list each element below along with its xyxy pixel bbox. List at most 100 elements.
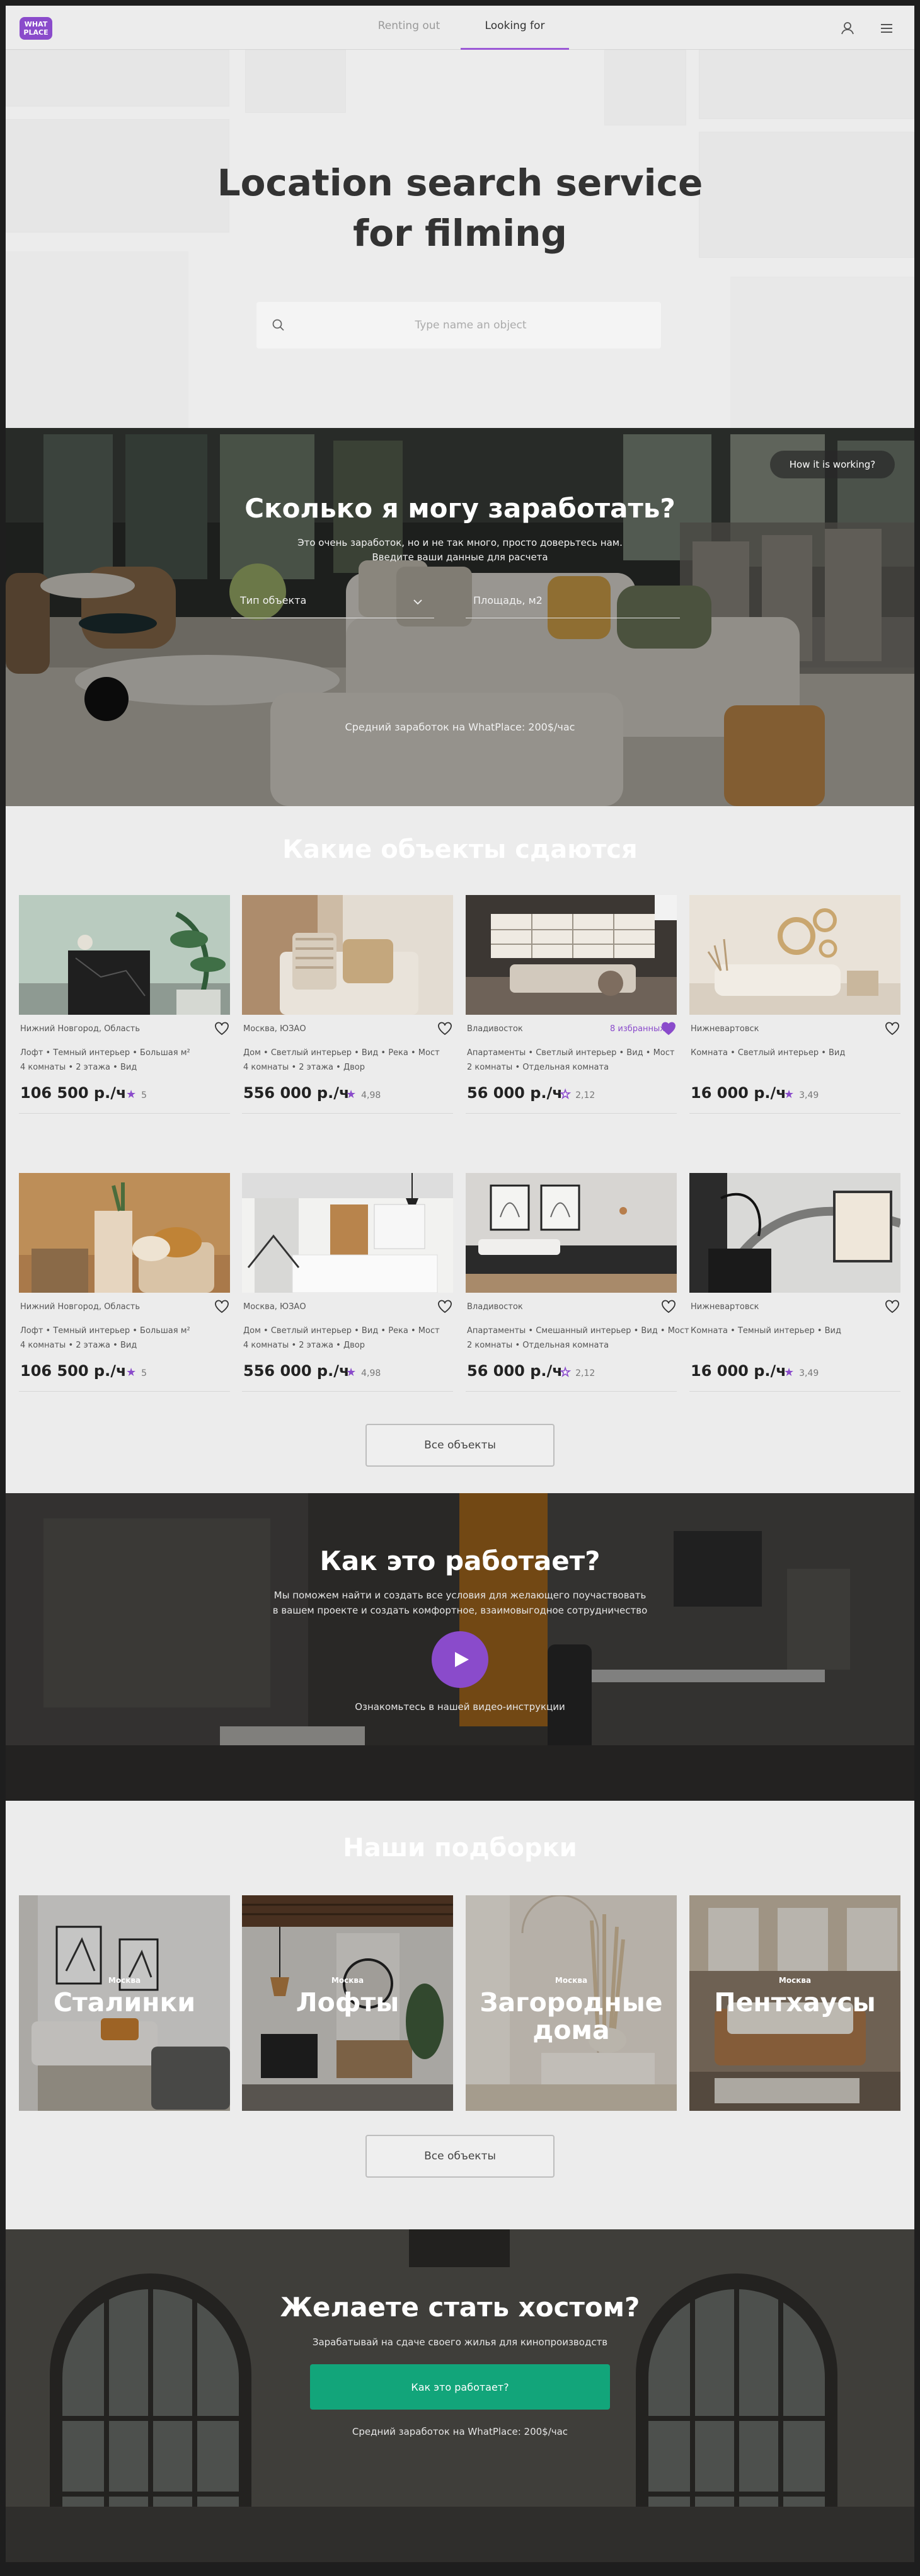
menu-icon[interactable] <box>875 17 898 40</box>
hero-title: Location search service for filming <box>6 158 914 258</box>
object-card[interactable]: Нижний Новгород, Область Лофт • Темный и… <box>19 895 230 1122</box>
star-icon: ★ <box>126 1088 137 1101</box>
collection-card[interactable]: Москва Лофты <box>242 1895 453 2111</box>
heart-icon[interactable] <box>437 1299 453 1314</box>
collection-name-line1: Пентхаусы <box>714 1987 876 2018</box>
object-photo <box>19 895 230 1015</box>
object-card[interactable]: Москва, ЮЗАО Дом • Светлый интерьер • Ви… <box>242 1173 453 1400</box>
star-icon: ★ <box>784 1088 795 1101</box>
logo-line1: WHAT <box>24 20 48 28</box>
top-navigation: WHAT PLACE Renting out Looking for <box>6 6 914 50</box>
object-location: Владивосток <box>467 1024 523 1034</box>
collection-name: Лофты <box>242 1989 453 2016</box>
object-card[interactable]: Владивосток 8 избранных Апартаменты • Св… <box>466 895 677 1122</box>
collection-card[interactable]: Москва Загородные дома <box>466 1895 677 2111</box>
heart-filled-icon[interactable] <box>660 1021 677 1036</box>
divider <box>466 1391 677 1392</box>
tab-renting-out[interactable]: Renting out <box>359 20 459 50</box>
play-button[interactable] <box>432 1631 488 1688</box>
object-tags: Апартаменты • Смешанный интерьер • Вид •… <box>467 1326 689 1336</box>
object-rating-value: 3,49 <box>799 1368 819 1378</box>
object-rooms: 2 комнаты • Отдельная комната <box>467 1063 609 1072</box>
heart-icon[interactable] <box>884 1021 900 1036</box>
collection-name-line1: Загородные <box>480 1987 663 2018</box>
user-icon[interactable] <box>836 17 859 40</box>
collection-card[interactable]: Москва Сталинки <box>19 1895 230 2111</box>
object-rating: ★ 3,49 <box>784 1366 819 1379</box>
earn-title: Сколько я могу заработать? <box>244 493 676 524</box>
all-objects-button[interactable]: Все объекты <box>365 1424 555 1467</box>
video-instruction-link[interactable]: Ознакомьтесь в нашей видео-инструкции <box>6 1701 914 1713</box>
object-card[interactable]: Нижний Новгород, Область Лофт • Темный и… <box>19 1173 230 1400</box>
object-rating-value: 3,49 <box>799 1090 819 1100</box>
object-card[interactable]: Москва, ЮЗАО Дом • Светлый интерьер • Ви… <box>242 895 453 1122</box>
heart-icon[interactable] <box>884 1299 900 1314</box>
how-it-works-pill-button[interactable]: How it is working? <box>770 451 895 478</box>
heart-icon[interactable] <box>214 1299 230 1314</box>
object-photo <box>242 895 453 1015</box>
divider <box>689 1113 900 1114</box>
object-card[interactable]: Нижневартовск Комната • Темный интерьер … <box>689 1173 900 1400</box>
favorites-count: 8 избранных <box>610 1024 665 1034</box>
object-photo <box>689 1173 900 1293</box>
how-text: Мы поможем найти и создать все условия д… <box>6 1588 914 1618</box>
collection-city: Москва <box>331 1976 364 1985</box>
search-input[interactable] <box>294 302 647 349</box>
divider <box>466 1113 677 1114</box>
how-text-line2: в вашем проекте и создать комфортное, вз… <box>272 1605 648 1616</box>
whatplace-logo[interactable]: WHAT PLACE <box>20 17 52 40</box>
object-price: 56 000 р./ч <box>467 1362 563 1380</box>
object-rating: ★ 4,98 <box>346 1366 381 1379</box>
object-tags: Лофт • Темный интерьер • Большая м² <box>20 1326 190 1336</box>
how-title: Как это работает? <box>319 1545 601 1576</box>
objects-section: Какие объекты сдаются Нижний Новгород, О… <box>6 806 914 1493</box>
page: WHAT PLACE Renting out Looking for Locat… <box>6 6 914 2562</box>
earn-subtitle-line1: Это очень заработок, но и не так много, … <box>297 537 623 548</box>
collection-card[interactable]: Москва Пентхаусы <box>689 1895 900 2111</box>
host-earnings-note: Средний заработок на WhatPlace: 200$/час <box>352 2426 568 2437</box>
object-tags: Дом • Светлый интерьер • Вид • Река • Мо… <box>243 1048 440 1058</box>
object-type-select[interactable]: Тип объекта <box>231 587 434 618</box>
object-location: Владивосток <box>467 1302 523 1312</box>
object-card[interactable]: Владивосток Апартаменты • Смешанный инте… <box>466 1173 689 1400</box>
collection-name-line2: дома <box>532 2015 610 2045</box>
object-photo <box>466 895 677 1015</box>
divider <box>19 1113 230 1114</box>
all-collections-button[interactable]: Все объекты <box>365 2135 555 2178</box>
heart-icon[interactable] <box>660 1299 677 1314</box>
object-rating-value: 5 <box>141 1090 147 1100</box>
object-rating-value: 4,98 <box>361 1090 381 1100</box>
area-input[interactable]: Площадь, м2 <box>466 587 680 618</box>
object-photo <box>689 895 900 1015</box>
object-location: Нижний Новгород, Область <box>20 1302 141 1312</box>
earn-subtitle-line2: Введите ваши данные для расчета <box>372 552 548 563</box>
object-rating: ★ 2,12 <box>560 1087 595 1102</box>
logo-line2: PLACE <box>23 28 49 37</box>
hero-title-line1: Location search service <box>217 161 703 204</box>
object-price: 56 000 р./ч <box>467 1084 563 1102</box>
divider <box>242 1113 453 1114</box>
object-price: 106 500 р./ч <box>20 1084 127 1102</box>
object-card[interactable]: Нижневартовск Комната • Светлый интерьер… <box>689 895 900 1122</box>
collection-name-line1: Лофты <box>296 1987 400 2018</box>
hero-section: Location search service for filming <box>6 50 914 428</box>
object-rating-value: 2,12 <box>575 1090 595 1100</box>
host-title: Желаете стать хостом? <box>280 2292 640 2323</box>
heart-icon[interactable] <box>437 1021 453 1036</box>
object-rooms: 4 комнаты • 2 этажа • Двор <box>243 1063 365 1072</box>
bg-tile <box>6 251 188 428</box>
divider <box>19 1391 230 1392</box>
how-it-works-cta-button[interactable]: Как это работает? <box>310 2364 610 2410</box>
heart-icon[interactable] <box>214 1021 230 1036</box>
object-tags: Лофт • Темный интерьер • Большая м² <box>20 1048 190 1058</box>
become-host-section: Желаете стать хостом? Зарабатывай на сда… <box>6 2229 914 2562</box>
object-tags: Апартаменты • Светлый интерьер • Вид • М… <box>467 1048 675 1058</box>
tab-looking-for[interactable]: Looking for <box>461 20 569 50</box>
object-location: Нижневартовск <box>691 1302 759 1312</box>
object-photo <box>242 1173 453 1293</box>
object-rating: ★ 2,12 <box>560 1365 595 1380</box>
star-icon: ★ <box>784 1366 795 1379</box>
object-tags: Комната • Светлый интерьер • Вид <box>691 1048 846 1058</box>
object-location: Нижневартовск <box>691 1024 759 1034</box>
object-rating: ★ 5 <box>126 1088 147 1101</box>
